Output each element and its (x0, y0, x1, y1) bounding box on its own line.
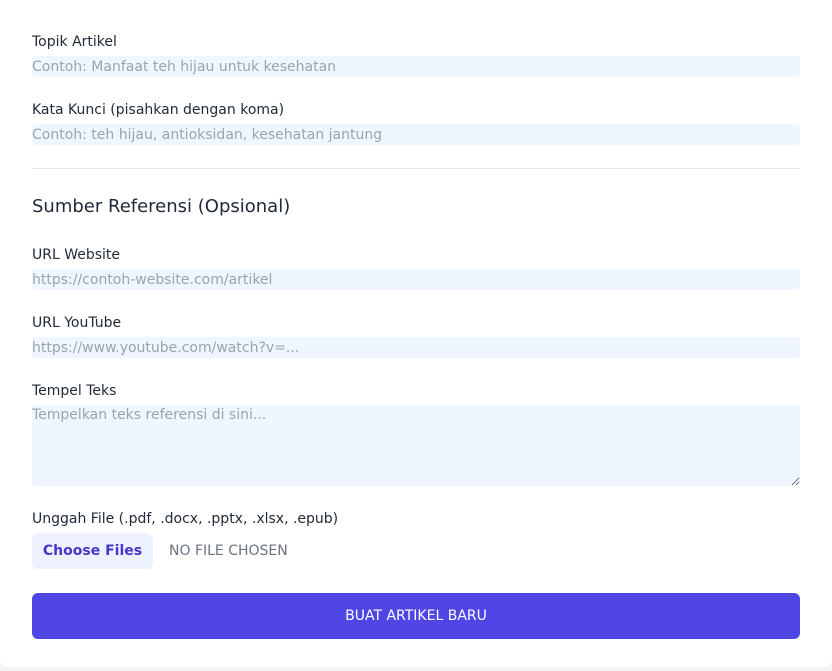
topic-label: Topik Artikel (32, 34, 117, 50)
file-upload-label: Unggah File (.pdf, .docx, .pptx, .xlsx, … (32, 511, 339, 527)
choose-files-button[interactable]: Choose Files (32, 533, 153, 569)
article-form-card: Topik Artikel Kata Kunci (pisahkan denga… (0, 0, 832, 667)
youtube-url-input[interactable] (32, 337, 800, 358)
keywords-label: Kata Kunci (pisahkan dengan koma) (32, 102, 285, 118)
topic-input[interactable] (32, 56, 800, 77)
paste-text-textarea[interactable] (32, 405, 800, 486)
section-divider (32, 168, 800, 169)
youtube-url-label: URL YouTube (32, 315, 122, 331)
paste-text-label: Tempel Teks (32, 383, 117, 399)
website-url-input[interactable] (32, 269, 800, 290)
references-section-title: Sumber Referensi (Opsional) (32, 196, 291, 217)
website-url-label: URL Website (32, 247, 121, 263)
create-article-button[interactable]: BUAT ARTIKEL BARU (32, 593, 800, 639)
file-upload-control: Choose Files NO FILE CHOSEN (32, 533, 288, 569)
file-status-text: NO FILE CHOSEN (169, 543, 288, 559)
keywords-input[interactable] (32, 124, 800, 145)
